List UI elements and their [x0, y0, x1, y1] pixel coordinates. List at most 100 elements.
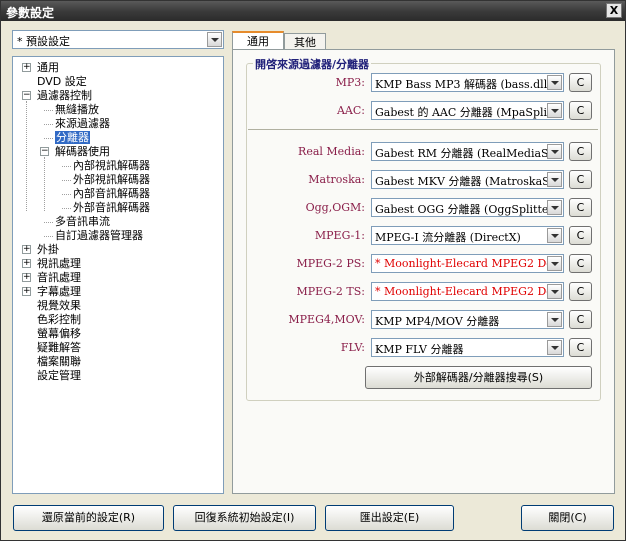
expand-icon[interactable]: +	[22, 245, 31, 254]
tree-item-screen-offset[interactable]: 螢幕偏移	[37, 327, 81, 340]
mp3-config-button[interactable]: C	[569, 73, 592, 92]
tree-item-label: 外部音訊解碼器	[73, 201, 150, 214]
tree-item-label: 來源過濾器	[55, 117, 110, 130]
chevron-down-icon[interactable]	[547, 256, 562, 271]
tree-connector	[62, 166, 71, 167]
chevron-down-icon[interactable]	[547, 103, 562, 118]
flv-config-button[interactable]: C	[569, 338, 592, 357]
expand-icon[interactable]: +	[22, 259, 31, 268]
mpeg4-mov-config-button[interactable]: C	[569, 310, 592, 329]
external-decoder-search-button[interactable]: 外部解碼器/分離器搜尋(S)	[365, 366, 592, 389]
tree-item-audio-processing[interactable]: 音訊處理	[37, 271, 81, 284]
chevron-down-icon[interactable]	[547, 228, 562, 243]
tree-item-video-processing[interactable]: 視訊處理	[37, 257, 81, 270]
real-media-config-button[interactable]: C	[569, 142, 592, 161]
tree-item-plugins[interactable]: 外掛	[37, 243, 59, 256]
matroska-splitter-value: Gabest MKV 分離器 (MatroskaSplitter.ax)	[375, 175, 547, 188]
tree-item-label: 解碼器使用	[55, 145, 110, 158]
tree-item-color-control[interactable]: 色彩控制	[37, 313, 81, 326]
close-window-button[interactable]: X	[606, 3, 622, 18]
tree-connector	[44, 110, 53, 111]
tree-item-multi-audio-stream[interactable]: 多音訊串流	[55, 215, 110, 228]
expand-icon[interactable]: +	[22, 287, 31, 296]
tree-item-label: 內部音訊解碼器	[73, 187, 150, 200]
flv-splitter-select[interactable]: KMP FLV 分離器	[371, 338, 564, 357]
matroska-label: Matroska:	[308, 173, 365, 186]
mpeg2-ts-splitter-value: * Moonlight-Elecard MPEG2 Demultiplexer	[375, 285, 547, 298]
chevron-down-icon[interactable]	[547, 312, 562, 327]
tree-item-splitter[interactable]: 分離器	[55, 131, 90, 144]
tree-item-label: 分離器	[55, 131, 90, 144]
expand-icon[interactable]: +	[22, 273, 31, 282]
real-media-label: Real Media:	[298, 145, 365, 158]
tree-item-label: 疑難解答	[37, 341, 81, 354]
tree-item-dvd-settings[interactable]: DVD 設定	[37, 75, 87, 88]
tree-item-seamless-playback[interactable]: 無縫播放	[55, 103, 99, 116]
chevron-down-icon[interactable]	[547, 75, 562, 90]
tree-item-label: 自訂過濾器管理器	[55, 229, 143, 242]
chevron-down-icon[interactable]	[547, 144, 562, 159]
mpeg2-ts-label: MPEG-2 TS:	[296, 285, 365, 298]
chevron-down-icon[interactable]	[547, 284, 562, 299]
settings-tree: 通用 + DVD 設定 過濾器控制 − 無縫播放 來源過濾器 分離器 解碼器使用 − 內部視訊解碼器…	[12, 56, 224, 494]
mpeg4-mov-splitter-select[interactable]: KMP MP4/MOV 分離器	[371, 310, 564, 329]
tree-item-external-video-decoder[interactable]: 外部視訊解碼器	[73, 173, 150, 186]
tree-item-source-filter[interactable]: 來源過濾器	[55, 117, 110, 130]
tree-item-settings-management[interactable]: 設定管理	[37, 369, 81, 382]
mpeg2-ps-label: MPEG-2 PS:	[296, 257, 365, 270]
mpeg1-splitter-select[interactable]: MPEG-I 流分離器 (DirectX)	[371, 226, 564, 245]
matroska-config-button[interactable]: C	[569, 170, 592, 189]
mpeg2-ps-config-button[interactable]: C	[569, 254, 592, 273]
tree-connector	[62, 194, 71, 195]
close-button[interactable]: 關閉(C)	[521, 505, 614, 531]
tree-connector	[44, 236, 53, 237]
tree-item-troubleshooting[interactable]: 疑難解答	[37, 341, 81, 354]
aac-config-button[interactable]: C	[569, 101, 592, 120]
tree-item-subtitle-processing[interactable]: 字幕處理	[37, 285, 81, 298]
tree-item-label: 視訊處理	[37, 257, 81, 270]
tree-item-label: 設定管理	[37, 369, 81, 382]
tree-item-custom-filter-manager[interactable]: 自訂過濾器管理器	[55, 229, 143, 242]
mpeg1-label: MPEG-1:	[314, 229, 365, 242]
restore-settings-button[interactable]: 還原當前的設定(R)	[13, 505, 164, 531]
tree-item-decoder-usage[interactable]: 解碼器使用	[55, 145, 110, 158]
tree-item-visual-effects[interactable]: 視覺效果	[37, 299, 81, 312]
expand-icon[interactable]: +	[22, 63, 31, 72]
tree-item-internal-audio-decoder[interactable]: 內部音訊解碼器	[73, 187, 150, 200]
mpeg2-ts-splitter-select[interactable]: * Moonlight-Elecard MPEG2 Demultiplexer	[371, 282, 564, 301]
real-media-splitter-select[interactable]: Gabest RM 分離器 (RealMediaSplitter.ax)	[371, 142, 564, 161]
mpeg2-ts-config-button[interactable]: C	[569, 282, 592, 301]
mpeg1-splitter-value: MPEG-I 流分離器 (DirectX)	[375, 231, 521, 244]
preset-select[interactable]: * 預設設定	[12, 30, 224, 49]
ogg-ogm-splitter-value: Gabest OGG 分離器 (OggSplitter.ax)	[375, 203, 547, 216]
export-settings-button[interactable]: 匯出設定(E)	[325, 505, 454, 531]
tree-item-label: 外部視訊解碼器	[73, 173, 150, 186]
mpeg4-mov-splitter-value: KMP MP4/MOV 分離器	[375, 315, 500, 328]
chevron-down-icon[interactable]	[207, 32, 222, 47]
tree-item-general[interactable]: 通用	[37, 61, 59, 74]
tree-item-external-audio-decoder[interactable]: 外部音訊解碼器	[73, 201, 150, 214]
tree-guide-line	[26, 101, 27, 211]
reset-defaults-button[interactable]: 回復系統初始設定(I)	[173, 505, 316, 531]
tree-connector	[44, 222, 53, 223]
ogg-ogm-config-button[interactable]: C	[569, 198, 592, 217]
ogg-ogm-splitter-select[interactable]: Gabest OGG 分離器 (OggSplitter.ax)	[371, 198, 564, 217]
aac-splitter-select[interactable]: Gabest 的 AAC 分離器 (MpaSplitter.ax)	[371, 101, 564, 120]
mpeg2-ps-splitter-select[interactable]: * Moonlight-Elecard MPEG2 Demultiplexer	[371, 254, 564, 273]
collapse-icon[interactable]: −	[22, 91, 31, 100]
tree-item-filter-control[interactable]: 過濾器控制	[37, 89, 92, 102]
tree-item-file-association[interactable]: 檔案關聯	[37, 355, 81, 368]
tree-item-label: 色彩控制	[37, 313, 81, 326]
mpeg1-config-button[interactable]: C	[569, 226, 592, 245]
tree-item-internal-video-decoder[interactable]: 內部視訊解碼器	[73, 159, 150, 172]
chevron-down-icon[interactable]	[547, 172, 562, 187]
mp3-splitter-value: KMP Bass MP3 解碼器 (bass.dll)	[375, 78, 547, 91]
chevron-down-icon[interactable]	[547, 340, 562, 355]
chevron-down-icon[interactable]	[547, 200, 562, 215]
tab-general-label: 通用	[247, 35, 269, 48]
collapse-icon[interactable]: −	[40, 147, 49, 156]
ogg-ogm-label: Ogg,OGM:	[305, 201, 365, 214]
tab-general[interactable]: 通用	[232, 31, 284, 51]
matroska-splitter-select[interactable]: Gabest MKV 分離器 (MatroskaSplitter.ax)	[371, 170, 564, 189]
mp3-splitter-select[interactable]: KMP Bass MP3 解碼器 (bass.dll)	[371, 73, 564, 92]
